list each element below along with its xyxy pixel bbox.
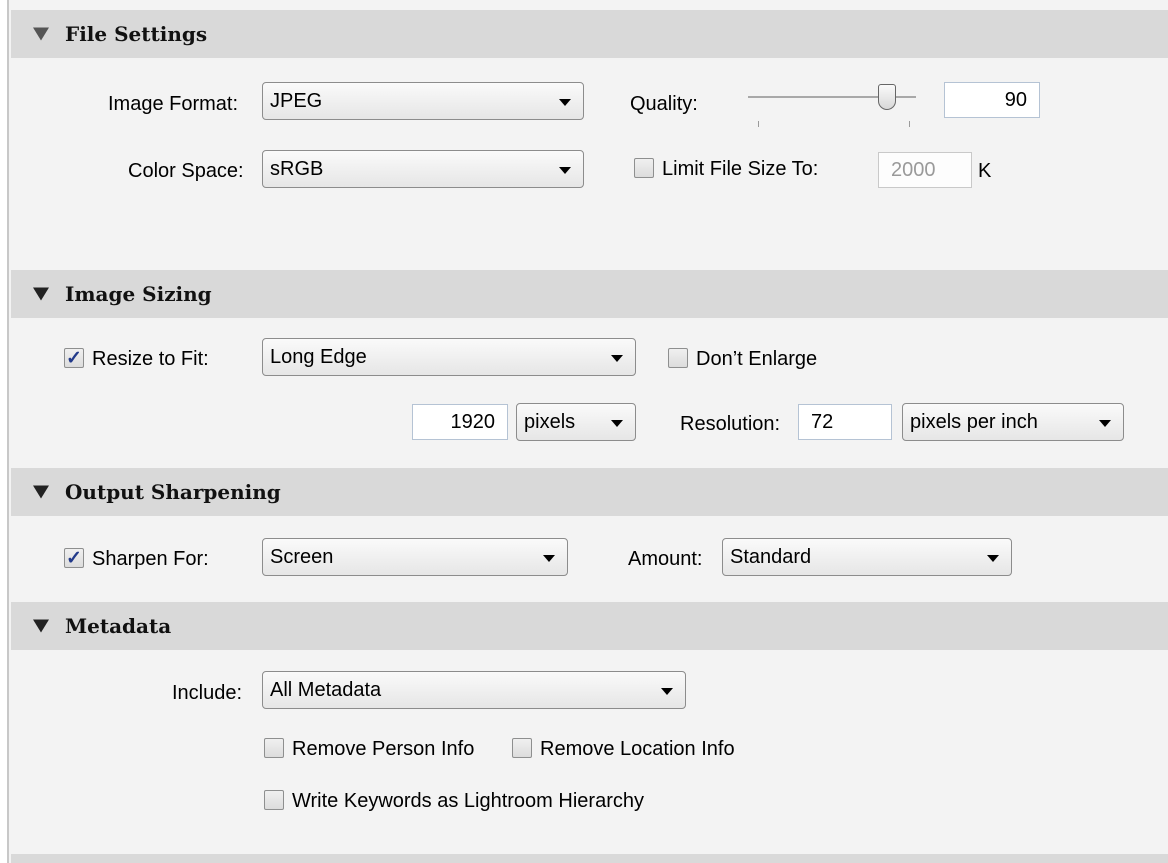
limit-file-size-label: Limit File Size To: <box>662 158 819 180</box>
checkmark-icon: ✓ <box>66 348 82 369</box>
color-space-dropdown[interactable]: sRGB <box>262 150 584 188</box>
image-format-value: JPEG <box>270 90 323 112</box>
sharpen-for-label: Sharpen For: <box>92 548 209 570</box>
export-settings-panel: File Settings Image Format: JPEG Quality… <box>0 0 1168 863</box>
resize-to-fit-label: Resize to Fit: <box>92 348 209 370</box>
resolution-input[interactable]: 72 <box>798 404 892 440</box>
size-input-value: 1920 <box>450 411 496 433</box>
include-dropdown[interactable]: All Metadata <box>262 671 686 709</box>
slider-tick <box>909 121 910 127</box>
sharpen-for-dropdown[interactable]: Screen <box>262 538 568 576</box>
slider-tick <box>758 121 759 127</box>
amount-label: Amount: <box>628 548 703 570</box>
limit-file-size-checkbox[interactable] <box>634 158 654 178</box>
resize-mode-value: Long Edge <box>270 346 367 368</box>
section-header-output-sharpening[interactable]: Output Sharpening <box>11 468 1168 516</box>
triangle-down-icon[interactable] <box>33 27 49 41</box>
amount-value: Standard <box>730 546 812 568</box>
size-input[interactable]: 1920 <box>412 404 508 440</box>
sharpen-for-checkbox[interactable]: ✓ <box>64 548 84 569</box>
section-header-image-sizing[interactable]: Image Sizing <box>11 270 1168 318</box>
section-header-next <box>11 854 1168 863</box>
dont-enlarge-checkbox[interactable] <box>668 348 688 368</box>
chevron-down-icon <box>543 555 555 562</box>
size-unit-dropdown[interactable]: pixels <box>516 403 636 441</box>
triangle-down-icon[interactable] <box>33 287 49 301</box>
resolution-unit-dropdown[interactable]: pixels per inch <box>902 403 1124 441</box>
size-unit-value: pixels <box>524 411 576 433</box>
image-format-label: Image Format: <box>108 93 239 115</box>
checkmark-icon: ✓ <box>66 548 82 569</box>
limit-file-size-value: 2000 <box>891 159 936 181</box>
resolution-input-value: 72 <box>811 411 834 433</box>
image-format-dropdown[interactable]: JPEG <box>262 82 584 120</box>
include-value: All Metadata <box>270 679 382 701</box>
triangle-down-icon[interactable] <box>33 619 49 633</box>
remove-person-info-label: Remove Person Info <box>292 738 475 760</box>
section-header-metadata[interactable]: Metadata <box>11 602 1168 650</box>
quality-slider-thumb[interactable] <box>878 84 896 110</box>
dont-enlarge-label: Don’t Enlarge <box>696 348 818 370</box>
remove-person-info-checkbox[interactable] <box>264 738 284 758</box>
resolution-label: Resolution: <box>680 413 781 435</box>
resolution-unit-value: pixels per inch <box>910 411 1038 433</box>
chevron-down-icon <box>661 688 673 695</box>
quality-input[interactable]: 90 <box>944 82 1040 118</box>
chevron-down-icon <box>611 420 623 427</box>
section-title: Image Sizing <box>65 282 212 306</box>
quality-label: Quality: <box>630 93 698 115</box>
chevron-down-icon <box>1099 420 1111 427</box>
section-title: Output Sharpening <box>65 480 281 504</box>
limit-file-size-input[interactable]: 2000 <box>878 152 972 188</box>
chevron-down-icon <box>559 167 571 174</box>
remove-location-info-checkbox[interactable] <box>512 738 532 758</box>
color-space-value: sRGB <box>270 158 324 180</box>
remove-location-info-label: Remove Location Info <box>540 738 735 760</box>
section-title: File Settings <box>65 22 208 46</box>
chevron-down-icon <box>559 99 571 106</box>
triangle-down-icon[interactable] <box>33 485 49 499</box>
include-label: Include: <box>172 682 243 704</box>
amount-dropdown[interactable]: Standard <box>722 538 1012 576</box>
chevron-down-icon <box>611 355 623 362</box>
color-space-label: Color Space: <box>128 160 244 182</box>
limit-file-size-unit: K <box>978 160 992 182</box>
quality-input-value: 90 <box>1004 89 1027 111</box>
panel-left-border <box>0 0 9 863</box>
sharpen-for-value: Screen <box>270 546 334 568</box>
resize-to-fit-checkbox[interactable]: ✓ <box>64 348 84 369</box>
write-keywords-checkbox[interactable] <box>264 790 284 810</box>
chevron-down-icon <box>987 555 999 562</box>
section-title: Metadata <box>65 614 172 638</box>
resize-mode-dropdown[interactable]: Long Edge <box>262 338 636 376</box>
section-header-file-settings[interactable]: File Settings <box>11 10 1168 58</box>
write-keywords-label: Write Keywords as Lightroom Hierarchy <box>292 790 644 812</box>
